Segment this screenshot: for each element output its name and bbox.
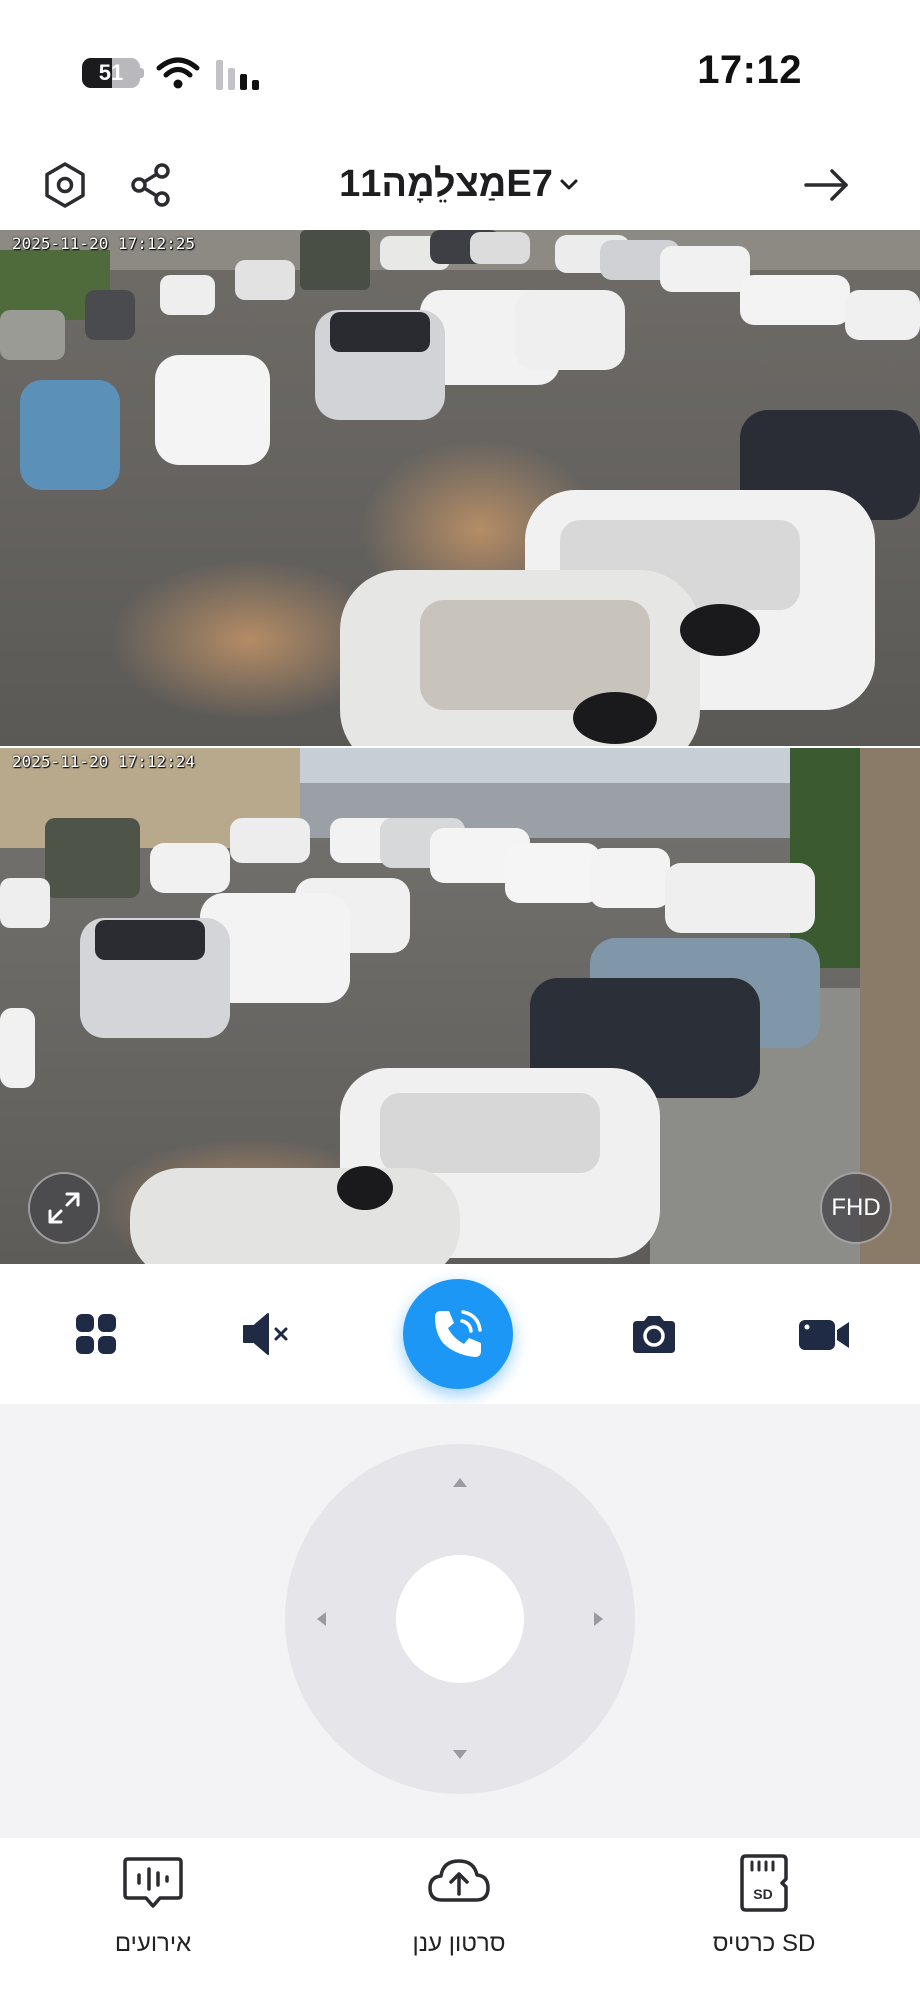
nav-cloud-label: סרטון ענן [412, 1930, 506, 1957]
camera-name: מַצלֵמָה11E7 [339, 162, 553, 205]
record-button[interactable] [794, 1304, 854, 1364]
header-bar: מַצלֵמָה11E7 [0, 140, 920, 230]
fullscreen-button[interactable] [28, 1172, 100, 1244]
cloud-upload-icon [428, 1859, 490, 1902]
arrow-down-icon[interactable] [453, 1750, 467, 1759]
bottom-nav: אירועים סרטון ענן SD כרטיס SD [0, 1838, 920, 2000]
cell-signal-icon [216, 60, 259, 90]
camera-selector[interactable]: מַצלֵמָה11E7 [260, 154, 660, 214]
chevron-down-icon [560, 179, 578, 190]
nav-sd-label: כרטיס SD [712, 1930, 816, 1957]
nav-cloud-video[interactable]: סרטון ענן [349, 1850, 569, 1980]
arrow-left-icon[interactable] [317, 1612, 326, 1626]
status-bar: 51 17:12 [0, 0, 920, 140]
ptz-panel [0, 1404, 920, 1838]
snapshot-button[interactable] [624, 1304, 684, 1364]
grid-icon [76, 1314, 116, 1354]
events-icon [123, 1857, 183, 1908]
talk-call-button[interactable] [403, 1279, 513, 1389]
status-time: 17:12 [697, 48, 802, 92]
parking-lot-image [0, 748, 920, 1264]
battery-icon: 51 [82, 58, 144, 88]
arrow-right-icon[interactable] [594, 1612, 603, 1626]
nav-sd-card[interactable]: SD כרטיס SD [654, 1850, 874, 1980]
expand-icon [48, 1192, 80, 1224]
quality-button[interactable]: FHD [820, 1172, 892, 1244]
camera-feed-bottom[interactable]: 2025-11-20 17:12:24 FHD [0, 748, 920, 1264]
control-bar [0, 1264, 920, 1404]
nav-events-label: אירועים [114, 1930, 192, 1957]
back-button[interactable] [800, 158, 854, 212]
nav-events[interactable]: אירועים [43, 1850, 263, 1980]
wifi-icon [156, 57, 200, 89]
ptz-joystick[interactable] [285, 1444, 635, 1794]
share-button[interactable] [124, 158, 178, 212]
phone-call-icon [435, 1310, 482, 1357]
video-icon [799, 1320, 849, 1350]
camera-icon [633, 1316, 675, 1353]
battery-level: 51 [98, 60, 124, 85]
settings-hexagon-icon [45, 162, 85, 208]
share-icon [131, 163, 170, 207]
feed-timestamp: 2025-11-20 17:12:24 [12, 752, 196, 771]
arrow-up-icon[interactable] [453, 1478, 467, 1487]
settings-button[interactable] [38, 158, 92, 212]
svg-text:SD: SD [753, 1886, 772, 1902]
sd-card-icon: SD [740, 1854, 788, 1912]
mute-icon [243, 1313, 288, 1355]
joystick-center[interactable] [396, 1555, 524, 1683]
arrow-right-icon [804, 169, 848, 201]
mute-button[interactable] [236, 1304, 296, 1364]
camera-feed-top[interactable]: 2025-11-20 17:12:25 [0, 230, 920, 746]
multi-view-button[interactable] [66, 1304, 126, 1364]
parking-lot-image [0, 230, 920, 746]
feed-timestamp: 2025-11-20 17:12:25 [12, 234, 196, 253]
